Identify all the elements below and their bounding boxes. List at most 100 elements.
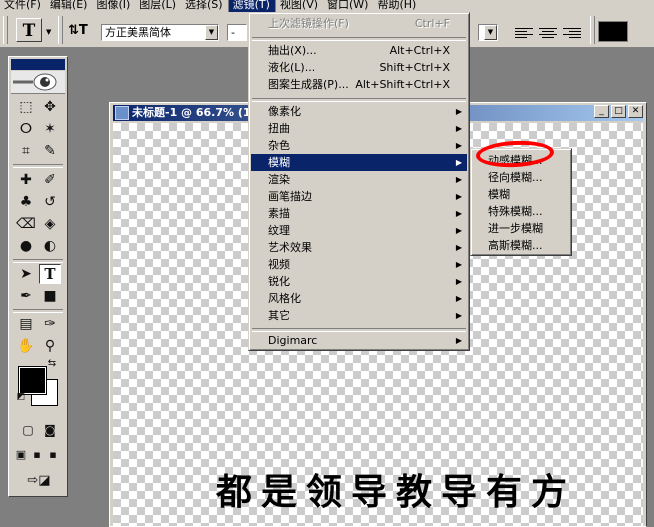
blur-tool-icon[interactable]: ●: [15, 236, 37, 256]
submenu-arrow-icon: ▶: [455, 192, 462, 201]
menu-layer[interactable]: 图层(L): [135, 0, 181, 12]
rectangle-tool-icon[interactable]: ■: [39, 286, 61, 306]
blur-radial-item[interactable]: 径向模糊...: [473, 169, 569, 186]
magic-wand-tool-icon[interactable]: ✶: [39, 119, 61, 139]
menu-file[interactable]: 文件(F): [0, 0, 46, 12]
filter-render-item[interactable]: 渲染 ▶: [251, 171, 467, 188]
toolbox: ⬚ ✥ ⵔ ✶ ⌗ ✎ ✚ ✐ ♣ ↺ ⌫ ◈ ● ◐ ➤ T ✒ ■ ▤ ✑ …: [8, 56, 68, 497]
brush-tool-icon[interactable]: ✐: [39, 170, 61, 190]
font-family-dropdown-icon[interactable]: ▼: [205, 25, 218, 40]
blur-gaussian-item[interactable]: 高斯模糊...: [473, 237, 569, 254]
pen-tool-icon[interactable]: ✒: [15, 286, 37, 306]
menu-filter[interactable]: 滤镜(T): [227, 0, 276, 12]
align-center-icon[interactable]: [539, 28, 557, 40]
submenu-arrow-icon: ▶: [455, 226, 462, 235]
filter-brush-strokes-item[interactable]: 画笔描边 ▶: [251, 188, 467, 205]
submenu-arrow-icon: ▶: [455, 311, 462, 320]
filter-blur-item[interactable]: 模糊 ▶: [251, 154, 467, 171]
tool-preset-button[interactable]: T: [16, 18, 42, 42]
font-family-select[interactable]: 方正美黑简体 ▼: [101, 24, 219, 41]
hand-tool-icon[interactable]: ✋: [15, 336, 37, 356]
menu-select[interactable]: 选择(S): [181, 0, 228, 12]
text-color-swatch[interactable]: [598, 21, 628, 42]
filter-pixelate-item[interactable]: 像素化 ▶: [251, 103, 467, 120]
jump-to-imageready-icon[interactable]: ⇨◪: [15, 471, 63, 491]
document-title: 未标题-1 @ 66.7% (1: [132, 106, 251, 119]
eraser-tool-icon[interactable]: ⌫: [15, 214, 37, 234]
tool-preset-dropdown-icon[interactable]: ▼: [46, 28, 51, 36]
submenu-arrow-icon: ▶: [455, 175, 462, 184]
submenu-arrow-icon: ▶: [455, 336, 462, 345]
toolbox-titlebar[interactable]: [11, 59, 65, 70]
quick-mask-mode-icon[interactable]: ◙: [39, 420, 61, 440]
filter-pattern-maker-item[interactable]: 图案生成器(P)... Alt+Shift+Ctrl+X: [251, 76, 467, 93]
font-size-dropdown-icon[interactable]: ▼: [484, 25, 497, 40]
foreground-color-swatch[interactable]: [18, 366, 47, 395]
menu-window[interactable]: 窗口(W): [323, 0, 373, 12]
toolbox-separator: [13, 164, 63, 168]
menu-view[interactable]: 视图(V): [276, 0, 323, 12]
type-tool-icon[interactable]: T: [39, 264, 61, 284]
align-left-icon[interactable]: [515, 28, 533, 40]
filter-sketch-item[interactable]: 素描 ▶: [251, 205, 467, 222]
minimize-button[interactable]: _: [594, 105, 609, 118]
marquee-tool-icon[interactable]: ⬚: [15, 97, 37, 117]
text-orientation-icon[interactable]: ⇅T: [68, 23, 88, 38]
close-button[interactable]: ✕: [628, 105, 643, 118]
photoshop-eye-logo[interactable]: [11, 71, 65, 94]
history-brush-tool-icon[interactable]: ↺: [39, 192, 61, 212]
options-separator: [58, 16, 63, 44]
filter-distort-item[interactable]: 扭曲 ▶: [251, 120, 467, 137]
move-tool-icon[interactable]: ✥: [39, 97, 61, 117]
dodge-tool-icon[interactable]: ◐: [39, 236, 61, 256]
screen-mode-full-menu-icon[interactable]: ▪: [29, 445, 45, 465]
blur-more-item[interactable]: 进一步模糊: [473, 220, 569, 237]
submenu-arrow-icon: ▶: [455, 243, 462, 252]
filter-artistic-item[interactable]: 艺术效果 ▶: [251, 239, 467, 256]
clone-stamp-tool-icon[interactable]: ♣: [15, 192, 37, 212]
submenu-arrow-icon: ▶: [455, 260, 462, 269]
filter-texture-item[interactable]: 纹理 ▶: [251, 222, 467, 239]
menu-separator-2: [252, 98, 466, 102]
font-family-value: 方正美黑简体: [105, 26, 171, 39]
submenu-arrow-icon: ▶: [455, 209, 462, 218]
blur-basic-item[interactable]: 模糊: [473, 186, 569, 203]
toolbar-grip[interactable]: [3, 16, 8, 44]
filter-extract-item[interactable]: 抽出(X)... Alt+Ctrl+X: [251, 42, 467, 59]
swap-colors-icon[interactable]: ⇆: [45, 357, 59, 371]
canvas-text-layer[interactable]: 都是领导教导有方: [216, 463, 576, 515]
filter-noise-item[interactable]: 杂色 ▶: [251, 137, 467, 154]
filter-digimarc-item[interactable]: Digimarc ▶: [251, 332, 467, 349]
font-size-select[interactable]: ▼: [478, 24, 498, 41]
lasso-tool-icon[interactable]: ⵔ: [15, 119, 37, 139]
font-style-value: -: [231, 26, 235, 39]
submenu-arrow-icon: ▶: [455, 141, 462, 150]
submenu-arrow-icon: ▶: [455, 158, 462, 167]
filter-stylize-item[interactable]: 风格化 ▶: [251, 290, 467, 307]
filter-last-filter-item[interactable]: 上次滤镜操作(F) Ctrl+F: [251, 15, 467, 32]
maximize-button[interactable]: □: [611, 105, 626, 118]
toolbox-separator-3: [13, 309, 63, 313]
zoom-tool-icon[interactable]: ⚲: [39, 336, 61, 356]
path-selection-tool-icon[interactable]: ➤: [15, 264, 37, 284]
menu-edit[interactable]: 编辑(E): [46, 0, 93, 12]
eyedropper-tool-icon[interactable]: ✑: [39, 314, 61, 334]
paint-bucket-tool-icon[interactable]: ◈: [39, 214, 61, 234]
font-style-select[interactable]: -: [227, 24, 247, 41]
standard-mode-icon[interactable]: ▢: [17, 420, 39, 440]
blur-smart-item[interactable]: 特殊模糊...: [473, 203, 569, 220]
align-right-icon[interactable]: [563, 28, 581, 40]
filter-video-item[interactable]: 视频 ▶: [251, 256, 467, 273]
filter-liquify-item[interactable]: 液化(L)... Shift+Ctrl+X: [251, 59, 467, 76]
crop-tool-icon[interactable]: ⌗: [15, 141, 37, 161]
menu-image[interactable]: 图像(I): [92, 0, 135, 12]
default-colors-icon[interactable]: ◩: [15, 391, 27, 403]
healing-brush-tool-icon[interactable]: ✚: [15, 170, 37, 190]
notes-tool-icon[interactable]: ▤: [15, 314, 37, 334]
screen-mode-standard-icon[interactable]: ▣: [13, 445, 29, 465]
slice-tool-icon[interactable]: ✎: [39, 141, 61, 161]
filter-other-item[interactable]: 其它 ▶: [251, 307, 467, 324]
screen-mode-full-icon[interactable]: ▪: [45, 445, 61, 465]
menu-help[interactable]: 帮助(H): [373, 0, 421, 12]
filter-sharpen-item[interactable]: 锐化 ▶: [251, 273, 467, 290]
